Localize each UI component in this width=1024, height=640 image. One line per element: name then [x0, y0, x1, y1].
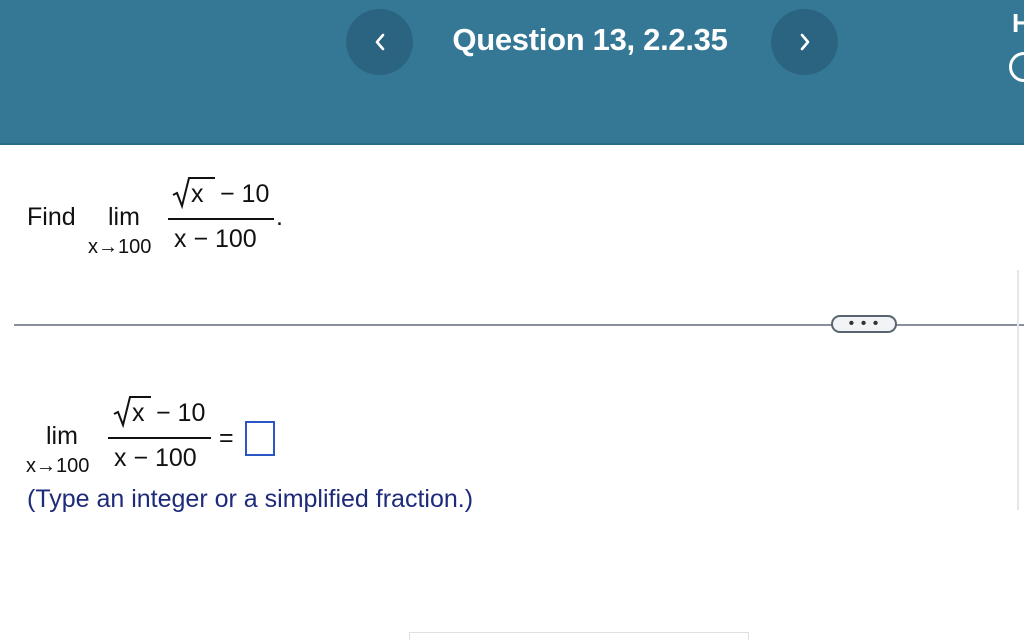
period: .: [276, 203, 283, 231]
answer-limit-operator: lim: [46, 422, 78, 450]
answer-denominator: x − 100: [114, 444, 197, 472]
answer-fraction-bar: [108, 437, 211, 439]
find-label: Find: [27, 203, 76, 231]
more-options-button[interactable]: • • •: [831, 315, 897, 333]
header-corner-text: H: [1012, 8, 1024, 38]
answer-limit-subscript: x→100: [26, 455, 90, 477]
fraction-bar: [168, 218, 274, 220]
answer-numerator-constant: − 10: [156, 399, 206, 427]
scrollbar-track[interactable]: [1017, 270, 1019, 510]
bottom-panel-edge: [409, 632, 749, 640]
answer-input[interactable]: [245, 421, 275, 456]
numerator-variable: x: [191, 180, 204, 208]
clock-icon[interactable]: [1009, 52, 1024, 82]
answer-hint: (Type an integer or a simplified fractio…: [27, 485, 474, 513]
denominator: x − 100: [174, 225, 257, 253]
chevron-left-icon: [375, 33, 384, 51]
limit-operator: lim: [108, 203, 140, 231]
question-header: Question 13, 2.2.35 H: [0, 0, 1024, 145]
next-question-button[interactable]: [771, 9, 838, 75]
chevron-right-icon: [800, 33, 809, 51]
limit-subscript: x→100: [88, 236, 152, 258]
question-title: Question 13, 2.2.35: [452, 22, 728, 57]
numerator-constant: − 10: [220, 180, 270, 208]
previous-question-button[interactable]: [346, 9, 413, 75]
equals-sign: =: [219, 424, 234, 452]
answer-numerator-variable: x: [132, 399, 145, 427]
